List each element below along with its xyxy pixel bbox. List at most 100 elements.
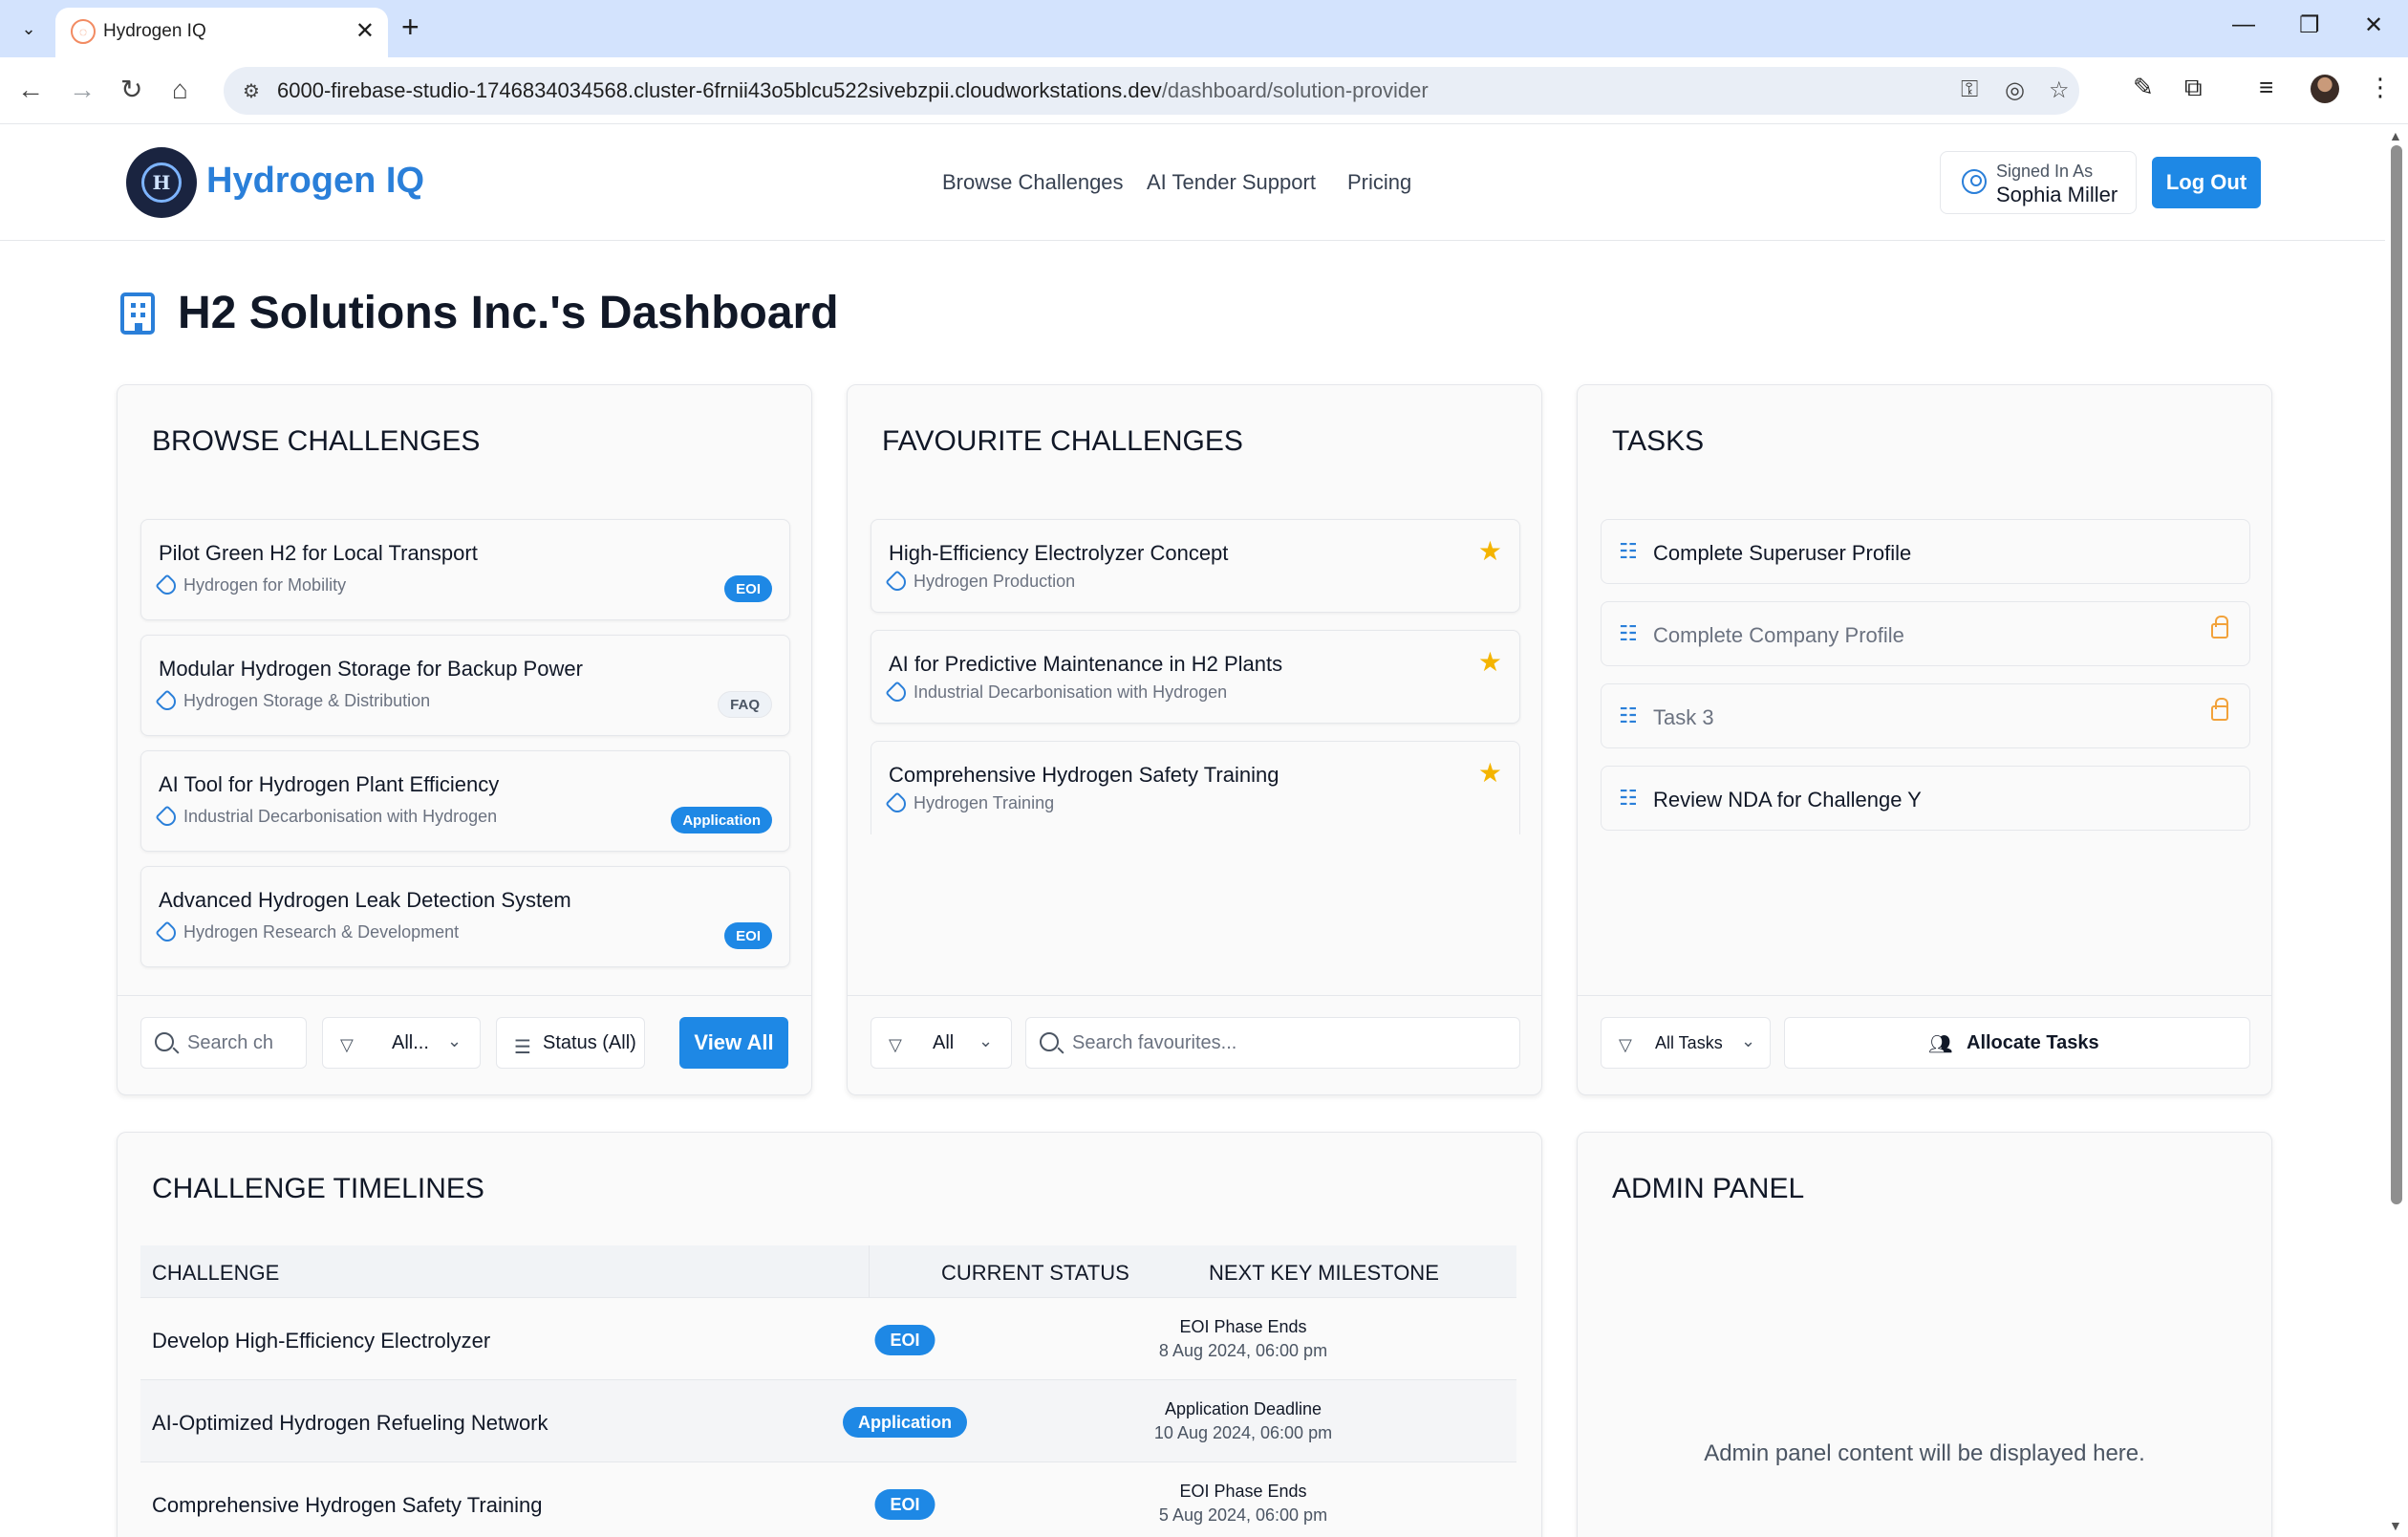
hydrogen-logo[interactable]: H [126,147,197,218]
card-title: TASKS [1612,425,1705,457]
tasks-card: TASKS ☷ Complete Superuser Profile ☷ Com… [1577,384,2272,1095]
bookmark-star-icon[interactable]: ☆ [2049,76,2070,104]
close-window-icon[interactable]: ✕ [2364,11,2383,39]
home-icon[interactable]: ⌂ [172,75,188,105]
table-header: CHALLENGE CURRENT STATUS NEXT KEY MILEST… [140,1245,1516,1297]
scrollbar-thumb[interactable] [2391,145,2402,1204]
lock-icon [2211,698,2228,721]
challenge-item[interactable]: Advanced Hydrogen Leak Detection System … [140,866,790,967]
star-icon[interactable]: ★ [1478,757,1502,789]
challenge-title: Pilot Green H2 for Local Transport [159,541,478,565]
favicon-icon: ◌ [71,19,96,44]
task-item[interactable]: ☷ Task 3 [1601,683,2250,748]
password-key-icon[interactable]: ⚿ [1961,76,1978,103]
eye-off-icon[interactable]: ◎ [2005,76,2025,104]
column-header: NEXT KEY MILESTONE [1209,1261,1439,1285]
task-item[interactable]: ☷ Complete Superuser Profile [1601,519,2250,584]
user-circle-icon [1962,169,1987,194]
challenge-name: Develop High-Efficiency Electrolyzer [152,1329,491,1353]
challenge-name: AI-Optimized Hydrogen Refueling Network [152,1411,548,1435]
media-control-icon[interactable]: ≡ [2259,73,2273,102]
admin-placeholder-text: Admin panel content will be displayed he… [1704,1440,2145,1466]
tag-icon [885,790,910,816]
challenge-title: AI Tool for Hydrogen Plant Efficiency [159,772,500,796]
tag-icon [155,804,180,830]
card-footer: ▽ All ⌄ Search favourites... [848,995,1541,1094]
task-item[interactable]: ☷ Complete Company Profile [1601,601,2250,666]
star-icon[interactable]: ★ [1478,535,1502,567]
tag-icon [155,688,180,714]
site-info-icon[interactable]: ⚙ [237,76,266,105]
nav-pricing[interactable]: Pricing [1347,170,1411,195]
challenge-item[interactable]: Modular Hydrogen Storage for Backup Powe… [140,635,790,736]
task-label: Complete Superuser Profile [1653,541,1912,565]
view-all-button[interactable]: View All [679,1017,788,1069]
column-header: CURRENT STATUS [941,1261,1129,1285]
favourite-item[interactable]: Comprehensive Hydrogen Safety Training H… [871,741,1520,834]
extensions-icon[interactable]: ⧉ [2184,73,2203,103]
challenge-item[interactable]: Pilot Green H2 for Local Transport Hydro… [140,519,790,620]
search-favourites-input[interactable]: Search favourites... [1025,1017,1520,1069]
close-tab-icon[interactable]: ✕ [355,17,375,45]
browser-menu-icon[interactable]: ⋮ [2368,73,2393,102]
browser-toolbar: ← → ↻ ⌂ ⚙ 6000-firebase-studio-174683403… [0,57,2408,124]
favourite-item[interactable]: High-Efficiency Electrolyzer Concept Hyd… [871,519,1520,613]
challenge-title: AI for Predictive Maintenance in H2 Plan… [889,652,1283,676]
challenge-category: Hydrogen Training [885,790,1054,816]
app-header: H Hydrogen IQ Browse Challenges AI Tende… [0,124,2385,241]
nav-browse-challenges[interactable]: Browse Challenges [942,170,1124,195]
allocate-tasks-button[interactable]: 👥︎ Allocate Tasks [1784,1017,2250,1069]
browse-challenges-card: BROWSE CHALLENGES Pilot Green H2 for Loc… [117,384,812,1095]
challenge-title: Advanced Hydrogen Leak Detection System [159,888,571,912]
task-label: Task 3 [1653,705,1714,729]
milestone: EOI Phase Ends 5 Aug 2024, 06:00 pm [1158,1482,1328,1525]
category-filter-select[interactable]: ▽ All... ⌄ [322,1017,481,1069]
status-badge: FAQ [718,691,772,718]
address-bar[interactable]: ⚙ 6000-firebase-studio-1746834034568.clu… [224,67,2079,115]
profile-avatar[interactable] [2311,75,2339,103]
task-label: Review NDA for Challenge Y [1653,788,1922,812]
scroll-up-icon[interactable]: ▲ [2389,128,2402,143]
challenge-category: Hydrogen Research & Development [155,920,459,945]
status-filter-button[interactable]: ☰ Status (All) [496,1017,645,1069]
task-item[interactable]: ☷ Review NDA for Challenge Y [1601,766,2250,831]
challenge-category: Hydrogen Production [885,569,1075,595]
back-icon[interactable]: ← [17,75,44,105]
favourite-item[interactable]: AI for Predictive Maintenance in H2 Plan… [871,630,1520,724]
favourite-filter-select[interactable]: ▽ All ⌄ [871,1017,1012,1069]
tag-icon [155,573,180,598]
nav-ai-tender-support[interactable]: AI Tender Support [1147,170,1316,195]
lock-icon [2211,616,2228,639]
restore-icon[interactable]: ❐ [2299,11,2320,39]
logo-mark: H [141,162,182,203]
new-tab-icon[interactable]: + [401,11,419,42]
tag-icon [155,920,180,945]
tab-search-button[interactable]: ⌄ [13,13,44,44]
search-challenges-input[interactable]: Search ch [140,1017,307,1069]
challenge-name: Comprehensive Hydrogen Safety Training [152,1493,543,1517]
card-title: CHALLENGE TIMELINES [152,1173,484,1204]
table-row[interactable]: Comprehensive Hydrogen Safety Training E… [140,1461,1516,1537]
card-title: FAVOURITE CHALLENGES [882,425,1243,457]
signed-in-label: Signed In As [1996,162,2094,181]
admin-panel-card: ADMIN PANEL Admin panel content will be … [1577,1132,2272,1537]
brand-name[interactable]: Hydrogen IQ [206,161,424,202]
chevron-down-icon: ⌄ [978,1031,994,1050]
filter-icon: ▽ [340,1035,354,1054]
logout-button[interactable]: Log Out [2152,157,2261,208]
search-icon [155,1032,174,1051]
forward-icon[interactable]: → [69,75,96,105]
scroll-down-icon[interactable]: ▼ [2389,1518,2402,1533]
challenge-item[interactable]: AI Tool for Hydrogen Plant Efficiency In… [140,750,790,852]
signed-in-badge[interactable]: Signed In As Sophia Miller [1940,151,2137,214]
reload-icon[interactable]: ↻ [120,75,142,105]
table-row[interactable]: AI-Optimized Hydrogen Refueling Network … [140,1379,1516,1461]
table-row[interactable]: Develop High-Efficiency Electrolyzer EOI… [140,1297,1516,1379]
browser-tab[interactable]: ◌ Hydrogen IQ ✕ [55,8,388,57]
users-icon: 👥︎ [1928,1034,1953,1055]
task-filter-select[interactable]: ▽ All Tasks ⌄ [1601,1017,1771,1069]
challenge-category: Industrial Decarbonisation with Hydrogen [155,804,497,830]
minimize-icon[interactable]: — [2232,11,2255,38]
star-icon[interactable]: ★ [1478,646,1502,678]
eyedropper-icon[interactable]: ✎ [2133,73,2154,102]
